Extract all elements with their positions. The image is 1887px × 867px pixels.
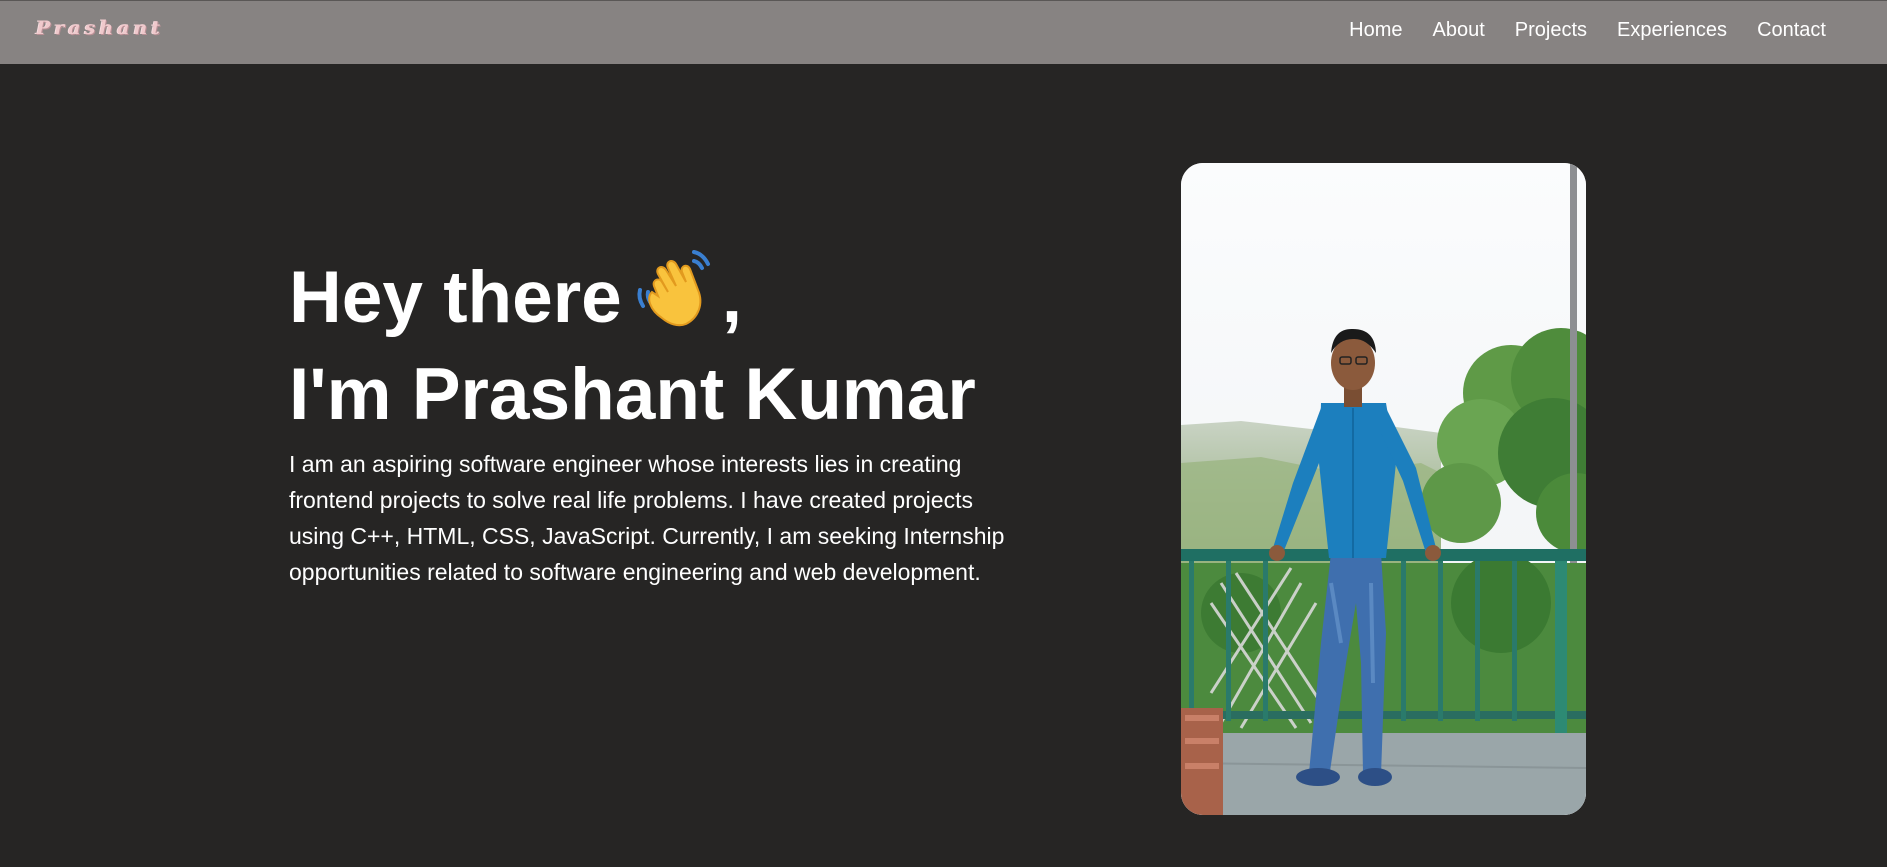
profile-photo xyxy=(1181,163,1586,815)
hero-headline: Hey there , I'm Prashant Kumar xyxy=(289,246,1029,440)
site-logo[interactable]: Prashant xyxy=(36,17,164,39)
waving-hand-icon xyxy=(632,246,714,349)
nav-link-contact[interactable]: Contact xyxy=(1757,18,1826,42)
greeting-text: Hey there xyxy=(289,257,622,338)
hero-section: Hey there , I'm Prashant Kumar I am an a… xyxy=(289,246,1029,590)
nav-link-projects[interactable]: Projects xyxy=(1515,18,1587,42)
nav-link-experiences[interactable]: Experiences xyxy=(1617,18,1727,42)
navbar: Prashant Home About Projects Experiences… xyxy=(0,0,1887,64)
name-line: I'm Prashant Kumar xyxy=(289,354,976,435)
nav-link-home[interactable]: Home xyxy=(1349,18,1402,42)
nav-link-about[interactable]: About xyxy=(1432,18,1484,42)
bio-paragraph: I am an aspiring software engineer whose… xyxy=(289,451,1005,585)
greeting-comma: , xyxy=(721,257,743,338)
nav-links: Home About Projects Experiences Contact xyxy=(1349,18,1826,42)
